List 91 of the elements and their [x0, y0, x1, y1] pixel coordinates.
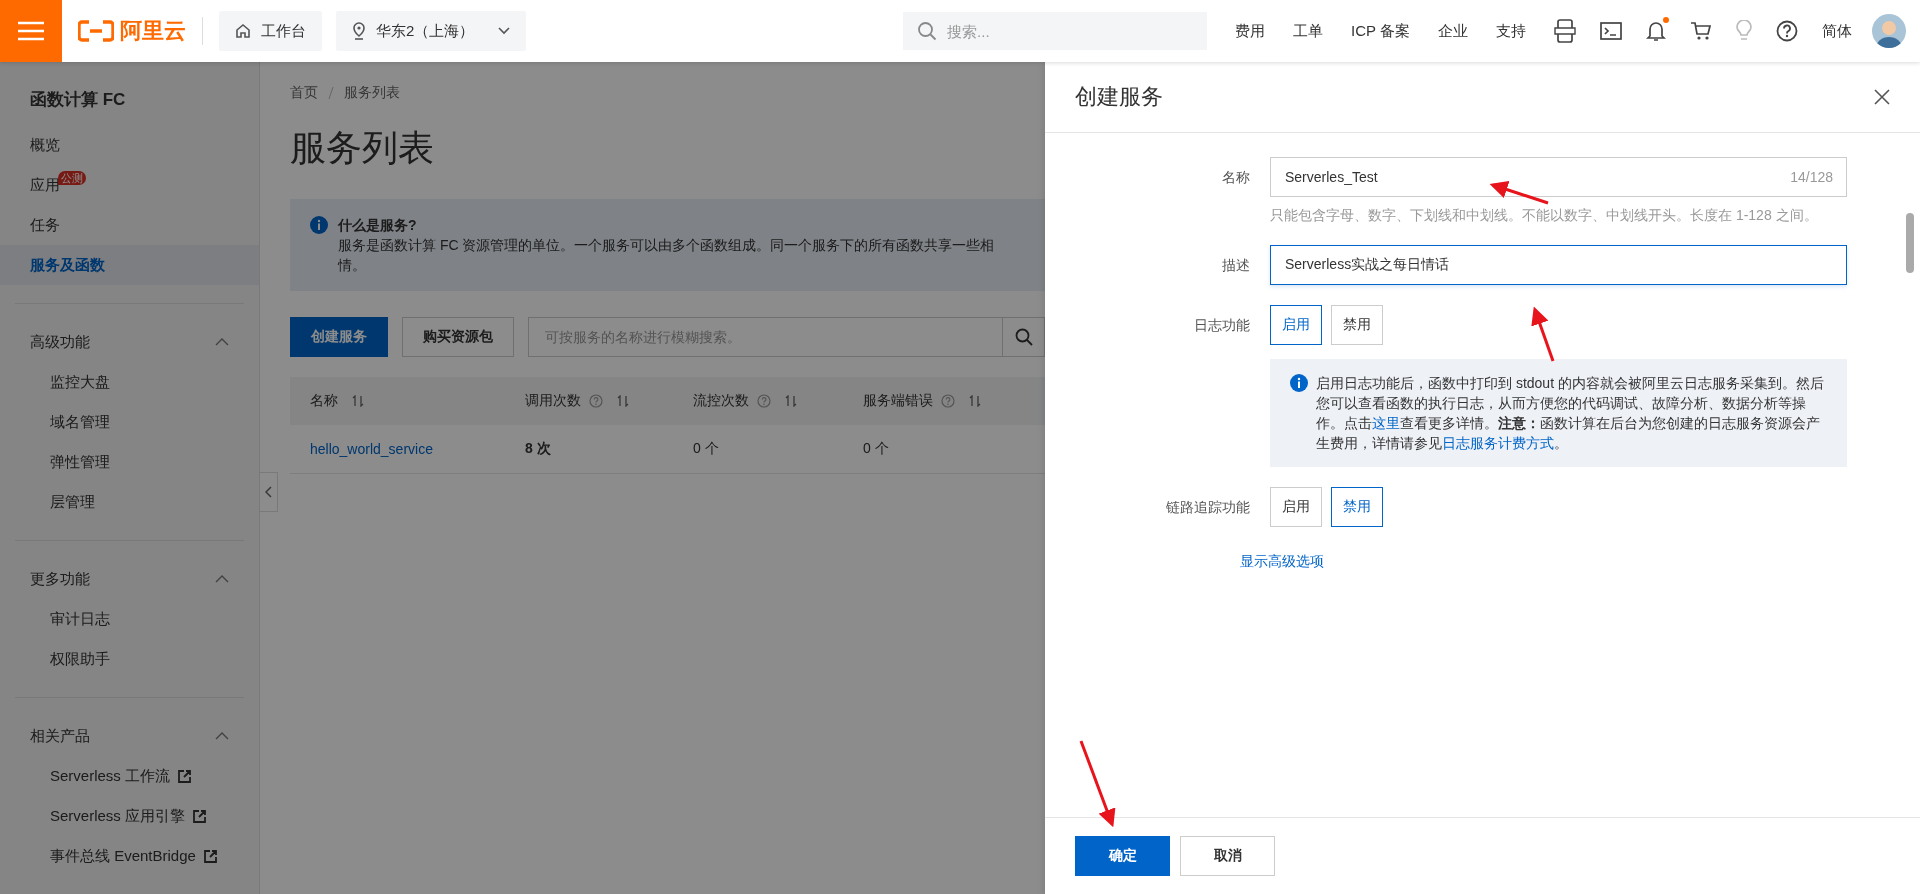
cart-icon[interactable]	[1690, 21, 1712, 41]
breadcrumb-item[interactable]: 首页	[290, 84, 318, 102]
search-field[interactable]: 搜索...	[903, 12, 1208, 50]
table-cell: 0 个	[863, 439, 889, 456]
search-icon	[917, 21, 938, 41]
beta-badge: 公测	[58, 171, 86, 185]
info-text: 服务是函数计算 FC 资源管理的单位。一个服务可以由多个函数组成。同一个服务下的所有函数共享一些相	[338, 236, 996, 255]
nav-link[interactable]: 工单	[1293, 21, 1324, 41]
character-counter: 14/128	[1790, 169, 1833, 185]
nav-link[interactable]: ICP 备案	[1351, 21, 1410, 41]
sidebar-item[interactable]: 权限助手	[50, 649, 110, 669]
description-field[interactable]: Serverless实战之每日情话	[1270, 245, 1847, 285]
column-header: 调用次数	[525, 392, 581, 408]
sidebar-item[interactable]: 审计日志	[50, 609, 110, 629]
region-selector[interactable]: 华东2（上海）	[336, 11, 527, 51]
collapse-handle[interactable]	[260, 472, 278, 512]
sort-icon[interactable]	[785, 395, 797, 408]
search-icon	[1014, 328, 1033, 346]
chevron-up-icon[interactable]	[215, 732, 229, 740]
menu-button[interactable]	[0, 0, 62, 62]
nav-link[interactable]: 费用	[1235, 21, 1266, 41]
sidebar-item[interactable]: 弹性管理	[50, 452, 110, 472]
nav-link[interactable]: 企业	[1438, 21, 1468, 41]
help-icon[interactable]	[1776, 20, 1798, 42]
advanced-options-link[interactable]: 显示高级选项	[1240, 553, 1324, 571]
action-button[interactable]: 购买资源包	[402, 317, 514, 357]
logo-icon	[78, 20, 114, 42]
annotation-arrow	[1531, 306, 1555, 362]
info-icon	[1290, 374, 1308, 392]
home-icon	[235, 23, 251, 39]
drawer-title: 创建服务	[1075, 83, 1163, 111]
info-link[interactable]: 这里	[1372, 415, 1400, 431]
field-label: 日志功能	[1193, 316, 1250, 335]
logo-text[interactable]: 阿里云	[120, 16, 186, 46]
sidebar-group-title[interactable]: 更多功能	[30, 569, 90, 589]
language-link[interactable]: 简体	[1822, 21, 1852, 41]
bell-icon[interactable]	[1646, 20, 1666, 42]
toggle-option[interactable]: 禁用	[1331, 305, 1383, 345]
app-icon[interactable]	[1554, 19, 1576, 43]
sidebar-item[interactable]: Serverless 工作流	[50, 766, 171, 786]
field-label: 链路追踪功能	[1165, 498, 1250, 517]
sort-icon[interactable]	[969, 395, 981, 408]
log-info-text: 启用日志功能后，函数中打印到 stdout 的内容就会被阿里云日志服务采集到。然后您可以查看函数的执行日志，从而方便您的代码调试、故障分析、数据分析等操作。点击这里查看更多详情。注意：函数计算在后台为您创建的日志服务资源会产生费用，详情请参见日志服务计费方式。	[1316, 374, 1825, 453]
workbench-button[interactable]: 工作台	[219, 11, 322, 51]
chevron-up-icon[interactable]	[215, 575, 229, 583]
field-label: 名称	[1221, 168, 1250, 187]
toggle-option[interactable]: 启用	[1270, 487, 1322, 527]
toggle-option[interactable]: 禁用	[1331, 487, 1383, 527]
confirm-button[interactable]: 确定	[1075, 836, 1170, 876]
sidebar-group-title[interactable]: 高级功能	[30, 332, 90, 352]
column-header: 流控次数	[693, 392, 749, 408]
toggle-option[interactable]: 启用	[1270, 305, 1322, 345]
annotation-arrow	[1489, 180, 1549, 205]
sidebar-item[interactable]: 域名管理	[50, 412, 110, 432]
sidebar-item[interactable]: 事件总线 EventBridge	[50, 846, 196, 866]
chevron-down-icon	[498, 27, 511, 35]
sidebar-item[interactable]: 层管理	[50, 492, 95, 512]
breadcrumb-separator	[328, 87, 334, 99]
field-hint: 只能包含字母、数字、下划线和中划线。不能以数字、中划线开头。长度在 1-128 之间。	[1270, 206, 1819, 225]
table-cell: 0 个	[693, 439, 719, 456]
nav-link[interactable]: 支持	[1496, 21, 1526, 41]
chevron-up-icon[interactable]	[215, 338, 229, 346]
menu-icon	[18, 21, 44, 41]
lightbulb-icon[interactable]	[1736, 20, 1752, 42]
column-header: 名称	[310, 392, 338, 408]
sidebar-item[interactable]: Serverless 应用引擎	[50, 806, 186, 826]
info-icon	[310, 216, 328, 234]
field-label: 描述	[1221, 256, 1250, 275]
page-title: 服务列表	[290, 126, 435, 170]
sidebar-item[interactable]: 监控大盘	[50, 372, 110, 392]
avatar[interactable]	[1872, 14, 1906, 48]
info-text: 情。	[338, 256, 367, 275]
scrollbar-thumb[interactable]	[1906, 213, 1914, 273]
close-icon[interactable]	[1874, 89, 1890, 105]
cancel-button[interactable]: 取消	[1180, 836, 1275, 876]
breadcrumb-item: 服务列表	[344, 84, 400, 102]
terminal-icon[interactable]	[1600, 22, 1622, 40]
sidebar-item[interactable]: 服务及函数	[0, 245, 259, 285]
action-button[interactable]: 创建服务	[290, 317, 388, 357]
info-link[interactable]: 日志服务计费方式	[1442, 435, 1554, 451]
table-cell: 8 次	[525, 439, 551, 456]
sort-icon[interactable]	[617, 395, 629, 408]
sidebar-item[interactable]: 概览	[0, 125, 259, 165]
sort-icon[interactable]	[352, 395, 364, 408]
service-link[interactable]: hello_world_service	[310, 440, 433, 457]
product-title: 函数计算 FC	[29, 89, 127, 111]
column-header: 服务端错误	[863, 392, 933, 408]
sidebar-group-title[interactable]: 相关产品	[30, 726, 90, 746]
sidebar-item[interactable]: 任务	[0, 205, 259, 245]
location-pin-icon	[352, 22, 366, 40]
info-title: 什么是服务?	[338, 216, 418, 235]
